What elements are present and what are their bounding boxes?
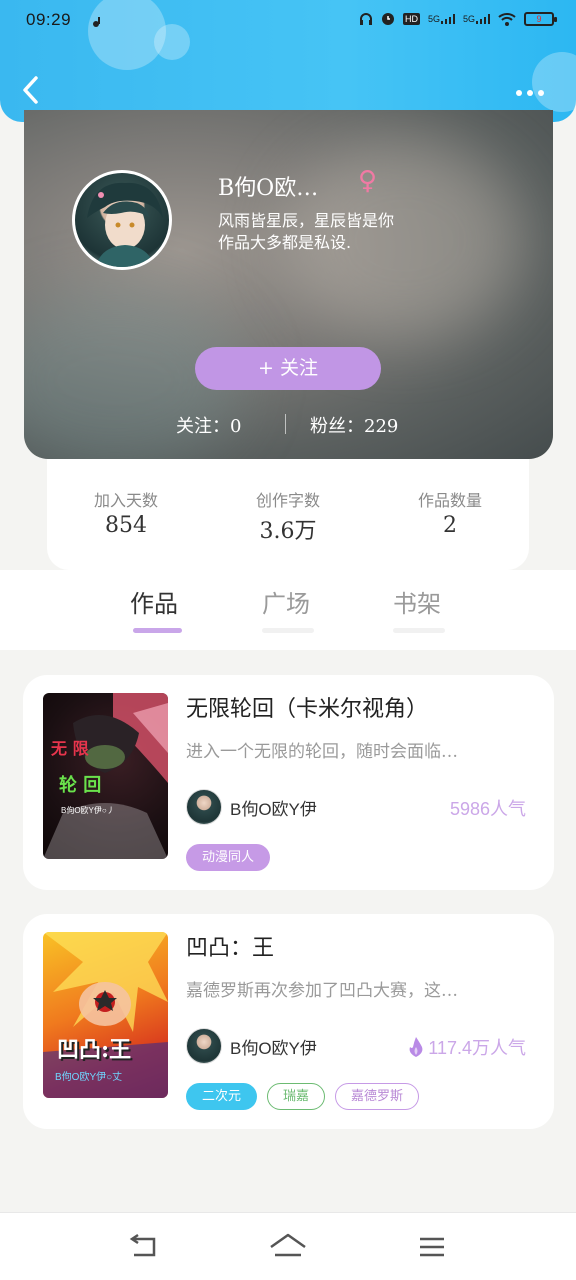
status-bar: 09:29 HD 5G 5G 9: [0, 0, 576, 44]
system-back-button[interactable]: [124, 1231, 164, 1263]
stat-word-count: 创作字数 3.6万: [255, 491, 320, 544]
stat-join-days: 加入天数 854: [93, 491, 158, 538]
cover-caption: B佝O欧Y伊○丈: [55, 1072, 123, 1083]
tag[interactable]: 动漫同人: [186, 844, 271, 871]
profile-card: B佝O欧… ♀ 风雨皆星辰，星辰皆是你 作品大多都是私设. + 关注 关注：0 …: [24, 110, 553, 459]
music-notification-icon: [93, 17, 100, 27]
signal-icon-1: 5G: [428, 14, 455, 24]
more-dots-icon: [516, 90, 522, 96]
status-icons: HD 5G 5G 9: [359, 12, 557, 26]
bio-line: 风雨皆星辰，星辰皆是你: [218, 211, 395, 230]
cover-title-text: 无 限: [51, 739, 89, 758]
clock: 09:29: [26, 10, 72, 29]
tag[interactable]: 二次元: [186, 1083, 258, 1110]
work-card[interactable]: 无 限 轮 回 B佝O欧Y伊○丿 无限轮回（卡米尔视角） 进入一个无限的轮回，随…: [23, 675, 554, 890]
stats-card: 加入天数 854 创作字数 3.6万 作品数量 2: [47, 459, 529, 570]
popularity-count: 117.4万人气: [428, 1038, 526, 1058]
wifi-icon: [498, 13, 516, 26]
home-icon: [270, 1233, 306, 1257]
work-cover: 凹凸:王 B佝O欧Y伊○丈: [43, 932, 168, 1098]
work-description: 进入一个无限的轮回，随时会面临…: [186, 742, 458, 762]
popularity-count: 5986人气: [449, 799, 526, 819]
author-avatar: [186, 1028, 222, 1064]
cover-title-text: 轮 回: [59, 775, 102, 796]
follow-button[interactable]: + 关注: [195, 347, 381, 390]
more-button[interactable]: [516, 86, 550, 100]
fans-stat[interactable]: 粉丝：229: [310, 412, 398, 438]
tag-list: 动漫同人: [186, 844, 271, 871]
tab-works[interactable]: 作品: [130, 584, 178, 619]
work-title[interactable]: 凹凸：王: [186, 930, 274, 962]
system-home-button[interactable]: [268, 1231, 308, 1263]
bio: 风雨皆星辰，星辰皆是你 作品大多都是私设.: [218, 210, 394, 254]
author-avatar: [186, 789, 222, 825]
user-avatar[interactable]: [72, 170, 172, 270]
menu-icon: [420, 1237, 444, 1257]
female-gender-icon: ♀: [358, 166, 378, 196]
work-card[interactable]: 凹凸:王 B佝O欧Y伊○丈 凹凸：王 嘉德罗斯再次参加了凹凸大赛，这… B佝O欧…: [23, 914, 554, 1129]
stat-work-count: 作品数量 2: [417, 491, 482, 538]
username: B佝O欧…: [218, 176, 319, 201]
cover-caption: B佝O欧Y伊○丿: [61, 806, 115, 815]
work-cover: 无 限 轮 回 B佝O欧Y伊○丿: [43, 693, 168, 859]
cover-title-text: 凹凸:王: [57, 1037, 132, 1063]
follow-stats: 关注：0 粉丝：229: [24, 410, 553, 440]
tab-active-indicator: [133, 628, 182, 633]
flame-icon: [409, 1037, 423, 1057]
tab-bar: 作品 广场 书架: [0, 570, 576, 650]
avatar-image: [87, 182, 163, 267]
back-button[interactable]: [18, 72, 48, 108]
bio-line: 作品大多都是私设.: [218, 233, 352, 252]
back-icon: [129, 1233, 156, 1257]
headphones-icon: [359, 13, 372, 25]
hd-icon: HD: [402, 13, 420, 25]
tag[interactable]: 嘉德罗斯: [335, 1083, 420, 1110]
author-row[interactable]: B佝O欧Y伊 5986人气: [186, 787, 526, 827]
decor-bubble: [532, 52, 576, 112]
tab-square[interactable]: 广场: [262, 584, 310, 619]
tag-list: 二次元 瑞嘉 嘉德罗斯: [186, 1083, 420, 1110]
divider: [285, 414, 286, 434]
system-menu-button[interactable]: [412, 1231, 452, 1263]
author-name: B佝O欧Y伊: [230, 800, 317, 819]
signal-icon-2: 5G: [463, 14, 490, 24]
following-stat[interactable]: 关注：0: [176, 412, 241, 438]
system-nav-bar: [0, 1212, 576, 1280]
chevron-left-icon: [23, 76, 38, 104]
tab-bookshelf[interactable]: 书架: [393, 584, 441, 619]
popularity: 117.4万人气: [408, 1034, 526, 1060]
alarm-icon: [381, 13, 394, 25]
battery-icon: 9: [524, 12, 557, 26]
work-title[interactable]: 无限轮回（卡米尔视角）: [186, 691, 428, 723]
work-description: 嘉德罗斯再次参加了凹凸大赛，这…: [186, 981, 458, 1001]
top-header: 09:29 HD 5G 5G 9: [0, 0, 576, 122]
author-name: B佝O欧Y伊: [230, 1039, 317, 1058]
tag[interactable]: 瑞嘉: [267, 1083, 326, 1110]
author-row[interactable]: B佝O欧Y伊 117.4万人气: [186, 1026, 526, 1066]
